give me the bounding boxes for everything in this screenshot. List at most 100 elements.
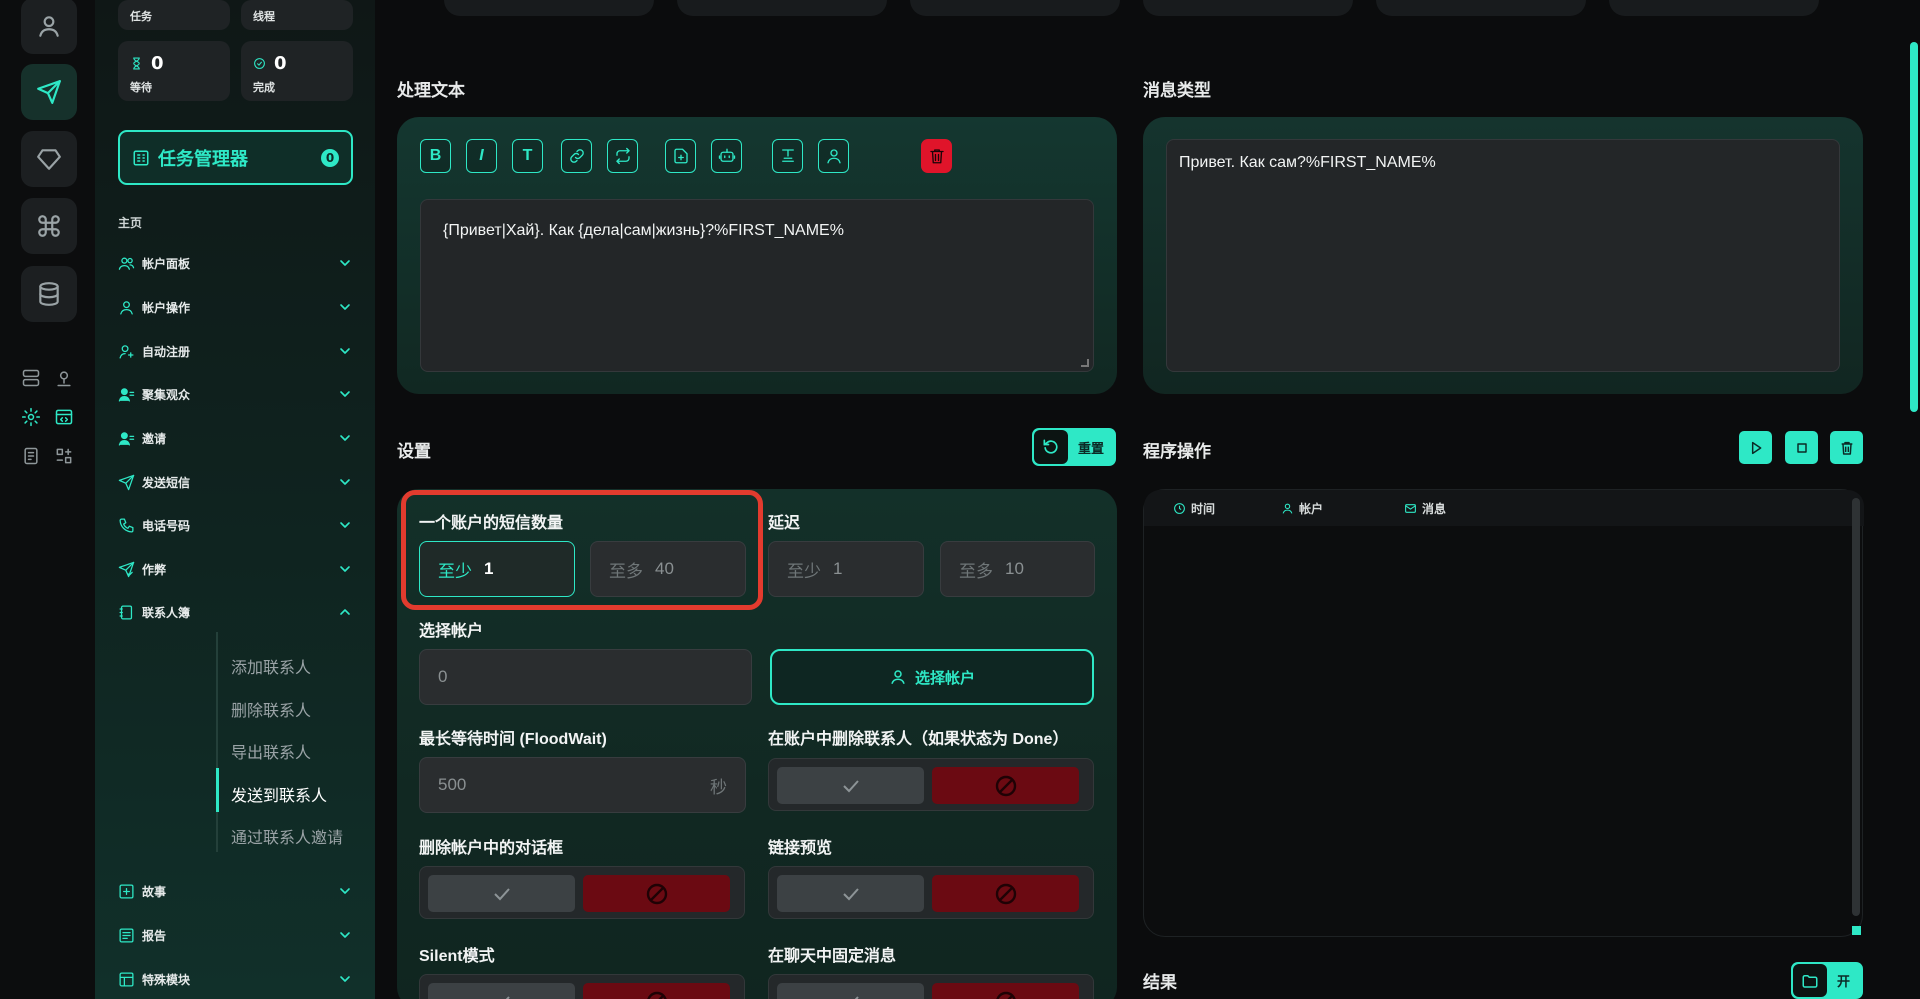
submenu-add-contacts[interactable]: 添加联系人 — [231, 654, 311, 678]
command-rail-button[interactable] — [21, 198, 77, 254]
toggle-yes-button[interactable] — [428, 875, 575, 912]
done-label: 完成 — [253, 81, 275, 94]
sidebar-item-account-panel[interactable]: 帐户面板 — [118, 249, 353, 277]
sidebar-item-contacts-book[interactable]: 联系人簿 — [118, 598, 353, 626]
location-mini-button[interactable] — [52, 366, 76, 390]
silent-mode-toggle — [419, 974, 745, 999]
submenu-invite-via-contacts[interactable]: 通过联系人邀请 — [231, 824, 343, 848]
top-tab-stub[interactable] — [1143, 0, 1353, 16]
sidebar-item-label: 自动注册 — [142, 344, 191, 359]
top-tab-stub[interactable] — [910, 0, 1120, 16]
threads-label: 线程 — [253, 10, 275, 23]
message-preview-area[interactable]: Привет. Как сам?%FIRST_NAME% — [1166, 139, 1840, 372]
stop-button[interactable] — [1785, 431, 1818, 464]
settings-mini-button[interactable] — [19, 405, 43, 429]
ban-icon — [646, 991, 667, 999]
annotation-highlight-box — [401, 490, 763, 610]
log-scrollbar[interactable] — [1852, 498, 1860, 916]
profile-rail-button[interactable] — [21, 0, 77, 54]
insert-file-button[interactable] — [665, 139, 696, 173]
sidebar-item-auto-register[interactable]: 自动注册 — [118, 337, 353, 365]
pin-message-toggle — [768, 974, 1094, 999]
bold-button[interactable]: B — [420, 139, 451, 173]
sidebar-item-gather-audience[interactable]: 聚集观众 — [118, 380, 353, 408]
clear-log-button[interactable] — [1830, 431, 1863, 464]
message-text-area[interactable]: {Привет|Хай}. Как {дела|сам|жизнь}?%FIRS… — [420, 199, 1094, 372]
sidebar-item-stories[interactable]: 故事 — [118, 877, 353, 905]
play-icon — [1751, 441, 1761, 454]
send-rail-button[interactable] — [21, 64, 77, 120]
start-button[interactable] — [1739, 431, 1772, 464]
folder-open-icon — [1802, 974, 1818, 988]
silent-mode-label: Silent模式 — [419, 948, 495, 965]
notes-mini-button[interactable] — [19, 444, 43, 468]
link-button[interactable] — [561, 139, 592, 173]
sidebar-item-send-sms[interactable]: 发送短信 — [118, 468, 353, 496]
sidebar-item-label: 作弊 — [142, 562, 167, 577]
paragraph-button[interactable] — [772, 139, 803, 173]
top-tab-stub[interactable] — [444, 0, 654, 16]
delay-min-input[interactable]: 至少 1 — [768, 541, 924, 597]
toggle-yes-button[interactable] — [777, 983, 924, 999]
top-tab-stub[interactable] — [1376, 0, 1586, 16]
threads-stat: 线程 — [241, 0, 353, 30]
floodwait-label: 最长等待时间 (FloodWait) — [419, 731, 607, 748]
sidebar-item-label: 联系人簿 — [142, 605, 191, 620]
top-tab-stub[interactable] — [1609, 0, 1819, 16]
sidebar-item-account-ops[interactable]: 帐户操作 — [118, 293, 353, 321]
insert-name-button[interactable] — [818, 139, 849, 173]
clear-text-button[interactable] — [921, 139, 952, 173]
sidebar-item-special-modules[interactable]: 特殊模块 — [118, 965, 353, 993]
open-results-button[interactable]: 开 — [1791, 962, 1863, 999]
location-user-icon — [57, 371, 71, 387]
task-manager-count: 0 — [321, 148, 339, 167]
text-editor-card: B I T {Привет|Хай}. Как {дела|сам|жизнь}… — [397, 117, 1117, 394]
submenu-export-contacts[interactable]: 导出联系人 — [231, 739, 311, 763]
toggle-yes-button[interactable] — [777, 767, 924, 804]
repeat-button[interactable] — [607, 139, 638, 173]
task-manager-button[interactable]: 任务管理器 0 — [118, 130, 353, 185]
text-format-button[interactable]: T — [512, 139, 543, 173]
toggle-no-button[interactable] — [932, 875, 1079, 912]
floodwait-input[interactable]: 500 秒 — [419, 757, 746, 813]
toggle-no-button[interactable] — [932, 983, 1079, 999]
database-rail-button[interactable] — [21, 266, 77, 322]
chevron-down-icon — [340, 522, 350, 528]
page-scrollbar[interactable] — [1910, 42, 1918, 412]
server-mini-button[interactable] — [19, 366, 43, 390]
toggle-yes-button[interactable] — [777, 875, 924, 912]
code-mini-button[interactable] — [52, 405, 76, 429]
waiting-value: 0 — [151, 53, 164, 74]
diamond-rail-button[interactable] — [21, 131, 77, 187]
chevron-down-icon — [340, 260, 350, 266]
file-plus-icon — [673, 148, 688, 164]
italic-button[interactable]: I — [466, 139, 497, 173]
reset-label: 重置 — [1078, 441, 1105, 457]
top-tab-stub[interactable] — [677, 0, 887, 16]
toggle-no-button[interactable] — [583, 875, 730, 912]
delay-min-value: 1 — [833, 559, 843, 578]
toggle-yes-button[interactable] — [428, 983, 575, 999]
grid-mini-button[interactable] — [52, 444, 76, 468]
delete-dialogs-label: 删除帐户中的对话框 — [419, 840, 564, 857]
bot-button[interactable] — [711, 139, 742, 173]
trash-icon — [929, 149, 944, 164]
module-icon — [119, 971, 134, 987]
accounts-count-input[interactable]: 0 — [419, 649, 752, 705]
sidebar-item-reports[interactable]: 报告 — [118, 921, 353, 949]
user-group-icon — [118, 387, 135, 402]
submenu-delete-contacts[interactable]: 删除联系人 — [231, 697, 311, 721]
reset-button[interactable]: 重置 — [1032, 428, 1116, 466]
sidebar-item-phone-numbers[interactable]: 电话号码 — [118, 511, 353, 539]
log-resize-corner[interactable] — [1852, 926, 1861, 935]
sidebar-item-invite[interactable]: 邀请 — [118, 424, 353, 452]
sidebar-item-label: 聚集观众 — [142, 387, 191, 402]
sidebar-item-cheat[interactable]: 作弊 — [118, 555, 353, 583]
submenu-send-to-contacts[interactable]: 发送到联系人 — [231, 782, 327, 806]
message-preview-text: Привет. Как сам?%FIRST_NAME% — [1179, 154, 1436, 171]
delay-max-input[interactable]: 至多 10 — [940, 541, 1095, 597]
select-accounts-button[interactable]: 选择帐户 — [770, 649, 1094, 705]
toggle-no-button[interactable] — [932, 767, 1079, 804]
toggle-no-button[interactable] — [583, 983, 730, 999]
resize-handle[interactable] — [1081, 359, 1089, 367]
